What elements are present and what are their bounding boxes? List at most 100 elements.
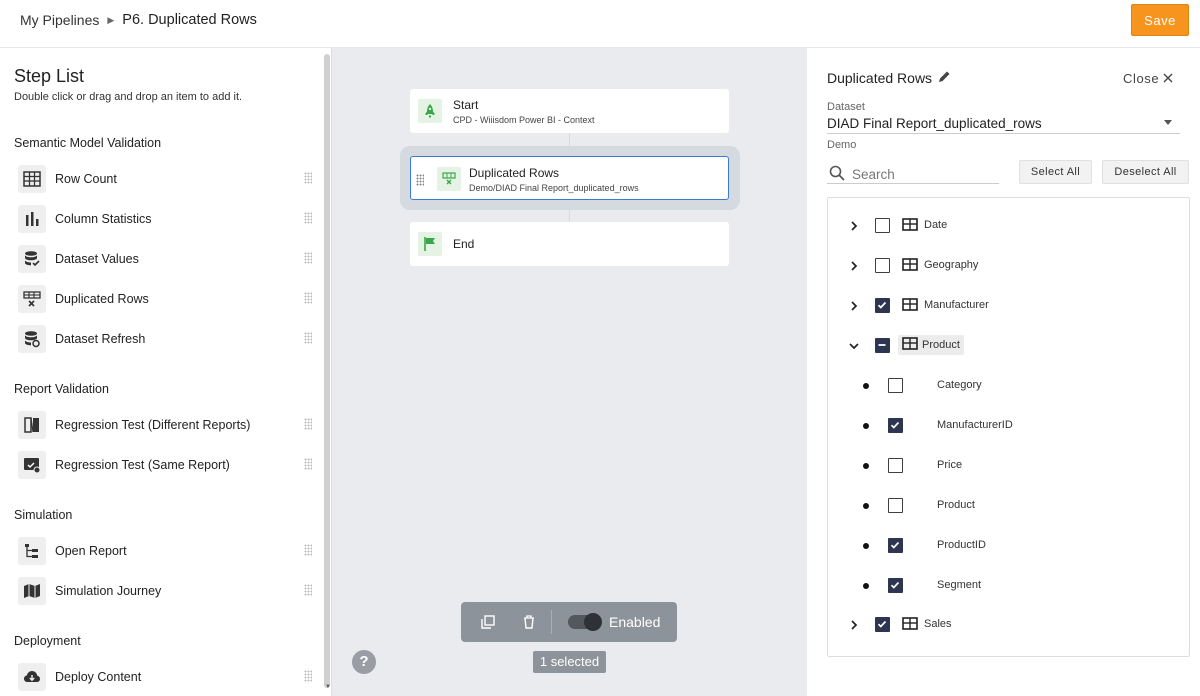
node-title: End	[453, 237, 475, 251]
checkbox-checked[interactable]	[875, 298, 890, 313]
tree-row-price[interactable]: Price	[828, 455, 1188, 477]
database-refresh-icon	[18, 325, 46, 353]
step-label: Column Statistics	[55, 212, 152, 226]
tree-label-highlighted: Product	[898, 335, 964, 355]
search-icon	[829, 165, 845, 186]
bullet	[863, 503, 869, 509]
field-tree: Date Geography Manufacturer Product Cate…	[827, 197, 1190, 657]
drag-handle-icon[interactable]	[416, 174, 424, 186]
node-end[interactable]: End	[410, 222, 729, 266]
table-icon	[902, 617, 918, 631]
chevron-right-icon[interactable]	[847, 618, 861, 632]
drag-handle-icon[interactable]	[304, 252, 312, 264]
node-title: Duplicated Rows	[469, 166, 560, 180]
tree-row-date[interactable]: Date	[828, 215, 1188, 237]
enabled-toggle[interactable]	[568, 613, 602, 631]
chevron-right-icon[interactable]	[847, 219, 861, 233]
node-title: Start	[453, 98, 479, 112]
tree-row-product-column[interactable]: Product	[828, 495, 1188, 517]
tree-row-segment[interactable]: Segment	[828, 575, 1188, 597]
database-check-icon	[18, 245, 46, 273]
breadcrumb-root[interactable]: My Pipelines	[20, 12, 99, 28]
help-icon[interactable]: ?	[352, 650, 376, 674]
checkbox[interactable]	[888, 378, 903, 393]
drag-handle-icon[interactable]	[304, 212, 312, 224]
chevron-down-icon[interactable]	[847, 339, 861, 353]
search-input[interactable]: Search	[827, 164, 999, 184]
drag-handle-icon[interactable]	[304, 332, 312, 344]
section-deployment: Deployment	[14, 634, 81, 648]
step-dataset-values[interactable]: Dataset Values	[18, 244, 318, 274]
step-row-count[interactable]: Row Count	[18, 164, 318, 194]
table-icon	[902, 298, 918, 312]
drag-handle-icon[interactable]	[304, 418, 312, 430]
breadcrumb: My Pipelines ▶ P6. Duplicated Rows	[20, 12, 257, 28]
step-regression-different-reports[interactable]: Regression Test (Different Reports)	[18, 410, 318, 440]
edit-pencil-icon[interactable]	[938, 70, 951, 86]
bullet	[863, 463, 869, 469]
drag-handle-icon[interactable]	[304, 458, 312, 470]
table-icon	[902, 218, 918, 232]
tree-row-productid[interactable]: ProductID	[828, 535, 1188, 557]
node-duplicated-rows[interactable]: Duplicated Rows Demo/DIAD Final Report_d…	[410, 156, 729, 200]
chevron-right-icon[interactable]	[847, 299, 861, 313]
trash-icon[interactable]	[519, 612, 539, 632]
checkbox-checked[interactable]	[888, 418, 903, 433]
drag-handle-icon[interactable]	[304, 172, 312, 184]
checkbox[interactable]	[888, 458, 903, 473]
step-regression-same-report[interactable]: Regression Test (Same Report)	[18, 450, 318, 480]
tree-row-geography[interactable]: Geography	[828, 255, 1188, 277]
close-button[interactable]: Close	[1123, 71, 1173, 86]
save-button[interactable]: Save	[1131, 4, 1189, 36]
table-icon	[18, 165, 46, 193]
step-duplicated-rows[interactable]: Duplicated Rows	[18, 284, 318, 314]
tree-row-product[interactable]: Product	[828, 335, 1188, 357]
select-all-button[interactable]: Select All	[1019, 160, 1092, 184]
dataset-select[interactable]: DIAD Final Report_duplicated_rows	[827, 116, 1180, 134]
checkbox-checked[interactable]	[875, 617, 890, 632]
step-label: Regression Test (Same Report)	[55, 458, 230, 472]
tree-row-sales[interactable]: Sales	[828, 614, 1188, 636]
tree-row-manufacturer[interactable]: Manufacturer	[828, 295, 1188, 317]
close-icon	[1163, 71, 1173, 86]
dataset-value: DIAD Final Report_duplicated_rows	[827, 116, 1042, 131]
tree-row-category[interactable]: Category	[828, 375, 1188, 397]
tree-icon	[18, 537, 46, 565]
checkbox-indeterminate[interactable]	[875, 338, 890, 353]
checkbox[interactable]	[875, 258, 890, 273]
deselect-all-button[interactable]: Deselect All	[1102, 160, 1189, 184]
step-deploy-content[interactable]: Deploy Content	[18, 662, 318, 692]
toggle-knob	[584, 613, 602, 631]
drag-handle-icon[interactable]	[304, 670, 312, 682]
table-icon	[902, 258, 918, 272]
sidebar-title: Step List	[14, 66, 85, 86]
node-start[interactable]: Start CPD - Wiiisdom Power BI - Context	[410, 89, 729, 133]
checkbox-checked[interactable]	[888, 578, 903, 593]
chevron-right-icon[interactable]	[847, 259, 861, 273]
step-column-statistics[interactable]: Column Statistics	[18, 204, 318, 234]
bullet	[863, 583, 869, 589]
step-open-report[interactable]: Open Report	[18, 536, 318, 566]
drag-handle-icon[interactable]	[304, 292, 312, 304]
drag-handle-icon[interactable]	[304, 584, 312, 596]
scroll-down-icon[interactable]: ▼	[325, 684, 331, 690]
checkbox[interactable]	[888, 498, 903, 513]
tree-label: Date	[924, 219, 948, 231]
tree-row-manufacturerid[interactable]: ManufacturerID	[828, 415, 1188, 437]
toolbar-divider	[551, 610, 552, 634]
sidebar-scrollbar[interactable]	[324, 54, 330, 688]
tree-label: Price	[937, 459, 963, 471]
duplicate-icon[interactable]	[478, 612, 498, 632]
drag-handle-icon[interactable]	[304, 544, 312, 556]
checkbox-checked[interactable]	[888, 538, 903, 553]
compare-reports-icon	[18, 411, 46, 439]
page-title: P6. Duplicated Rows	[122, 12, 257, 28]
map-icon	[18, 577, 46, 605]
tree-label: ManufacturerID	[937, 419, 1013, 431]
checkbox[interactable]	[875, 218, 890, 233]
step-dataset-refresh[interactable]: Dataset Refresh	[18, 324, 318, 354]
report-check-icon	[18, 451, 46, 479]
step-simulation-journey[interactable]: Simulation Journey	[18, 576, 318, 606]
step-label: Duplicated Rows	[55, 292, 149, 306]
panel-title: Duplicated Rows	[827, 70, 933, 86]
